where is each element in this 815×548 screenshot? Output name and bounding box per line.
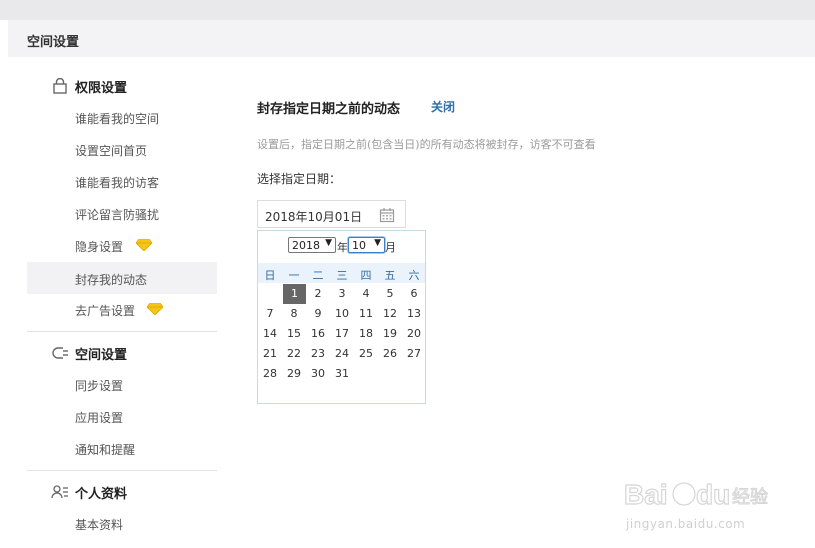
lock-icon	[53, 78, 67, 94]
calendar-day[interactable]: 30	[306, 364, 330, 384]
calendar-day[interactable]: 18	[354, 324, 378, 344]
calendar-day[interactable]: 11	[354, 304, 378, 324]
top-bar	[0, 0, 815, 20]
sidebar-item-label: 封存我的动态	[75, 273, 148, 287]
calendar-day[interactable]: 12	[378, 304, 402, 324]
weekday-label: 二	[312, 269, 324, 282]
hint-text: 设置后，指定日期之前(包含当日)的所有动态将被封存，访客不可查看	[257, 138, 596, 151]
month-suffix: 月	[385, 241, 396, 254]
section-label: 权限设置	[75, 81, 128, 96]
sidebar-item-label: 通知和提醒	[75, 443, 136, 457]
sidebar-item-label: 去广告设置	[75, 304, 136, 318]
date-label: 选择指定日期：	[257, 172, 342, 186]
calendar-day[interactable]: 23	[306, 344, 330, 364]
svg-text:经验: 经验	[732, 487, 768, 508]
calendar-day[interactable]: 15	[282, 324, 306, 344]
diamond-icon	[147, 303, 163, 315]
calendar-day[interactable]: 2	[306, 284, 330, 304]
calendar-day[interactable]: 4	[354, 284, 378, 304]
calendar-day-selected[interactable]: 1	[283, 284, 306, 304]
year-suffix: 年	[337, 241, 348, 254]
weekday-header: 日 一 二 三 四 五 六	[258, 263, 425, 283]
sidebar-item-label: 谁能看我的空间	[75, 112, 160, 126]
calendar-day[interactable]: 10	[330, 304, 354, 324]
weekday-label: 一	[288, 269, 300, 282]
calendar-day[interactable]: 14	[258, 324, 282, 344]
calendar-day[interactable]: 16	[306, 324, 330, 344]
calendar-day[interactable]: 13	[402, 304, 426, 324]
sidebar-item-visitors[interactable]: 谁能看我的访客	[27, 165, 217, 197]
date-value: 2018年10月01日	[265, 210, 363, 224]
svg-text:Bai: Bai	[624, 479, 668, 510]
calendar-day[interactable]: 29	[282, 364, 306, 384]
weekday-label: 六	[408, 269, 420, 282]
sidebar-item-label: 同步设置	[75, 379, 124, 393]
calendar-day[interactable]: 25	[354, 344, 378, 364]
sidebar-item-label: 谁能看我的访客	[75, 176, 160, 190]
calendar-day[interactable]: 26	[378, 344, 402, 364]
calendar-day[interactable]: 8	[282, 304, 306, 324]
sidebar-item-who-can-view[interactable]: 谁能看我的空间	[27, 101, 217, 133]
sidebar-item-label: 设置空间首页	[75, 144, 148, 158]
sidebar-item-homepage[interactable]: 设置空间首页	[27, 133, 217, 165]
calendar-day[interactable]: 24	[330, 344, 354, 364]
calendar-day[interactable]: 31	[330, 364, 354, 384]
month-value: 10	[352, 239, 366, 252]
calendar-day[interactable]: 28	[258, 364, 282, 384]
page-title: 空间设置	[27, 35, 80, 50]
svg-text:du: du	[696, 479, 730, 510]
year-select[interactable]: 2018 ▼	[288, 237, 336, 253]
watermark-text: jingyan.baidu.com	[626, 517, 746, 531]
year-value: 2018	[292, 239, 320, 252]
divider	[27, 470, 217, 471]
sidebar-item-invisible[interactable]: 隐身设置	[27, 229, 217, 261]
calendar-day[interactable]: 9	[306, 304, 330, 324]
sidebar-item-notifications[interactable]: 通知和提醒	[27, 432, 217, 464]
plug-icon	[52, 347, 68, 359]
calendar-day[interactable]: 5	[378, 284, 402, 304]
sidebar-item-archive[interactable]: 封存我的动态	[27, 262, 217, 294]
calendar-day[interactable]: 19	[378, 324, 402, 344]
chevron-down-icon: ▼	[325, 238, 332, 248]
sidebar-item-apps[interactable]: 应用设置	[27, 400, 217, 432]
section-label: 个人资料	[75, 487, 128, 502]
calendar-day[interactable]: 22	[282, 344, 306, 364]
diamond-icon	[136, 239, 152, 251]
close-link[interactable]: 关闭	[431, 98, 455, 115]
profile-icon	[51, 485, 68, 499]
weekday-label: 五	[384, 269, 396, 282]
weekday-label: 四	[360, 269, 372, 282]
calendar-day[interactable]: 7	[258, 304, 282, 324]
date-field[interactable]: 2018年10月01日	[257, 200, 406, 228]
section-title: 封存指定日期之前的动态	[257, 102, 401, 117]
section-label: 空间设置	[75, 348, 128, 363]
calendar-day[interactable]: 17	[330, 324, 354, 344]
sidebar-item-label: 隐身设置	[75, 240, 124, 254]
weekday-label: 日	[264, 269, 276, 282]
calendar-day[interactable]: 6	[402, 284, 426, 304]
divider	[27, 331, 217, 332]
calendar-day[interactable]: 3	[330, 284, 354, 304]
sidebar-item-label: 评论留言防骚扰	[75, 208, 160, 222]
calendar-day[interactable]: 21	[258, 344, 282, 364]
calendar-day[interactable]: 20	[402, 324, 426, 344]
baidu-jingyan-watermark: Bai du 经验	[624, 478, 769, 510]
month-select[interactable]: 10 ▼	[348, 237, 385, 253]
chevron-down-icon: ▼	[374, 238, 381, 248]
sidebar-item-ad-settings[interactable]: 去广告设置	[27, 293, 217, 325]
sidebar-item-label: 基本资料	[75, 518, 124, 532]
page-header: 空间设置	[8, 20, 815, 57]
sidebar-item-label: 应用设置	[75, 411, 124, 425]
calendar-day[interactable]: 27	[402, 344, 426, 364]
sidebar-item-basic-info[interactable]: 基本资料	[27, 507, 217, 539]
sidebar-item-anti-harass[interactable]: 评论留言防骚扰	[27, 197, 217, 229]
calendar-icon[interactable]	[379, 207, 395, 223]
sidebar-item-sync[interactable]: 同步设置	[27, 368, 217, 400]
date-picker: 2018 ▼ 年 10 ▼ 月 日 一 二 三 四 五 六 1234567891…	[257, 230, 426, 404]
weekday-label: 三	[336, 269, 348, 282]
